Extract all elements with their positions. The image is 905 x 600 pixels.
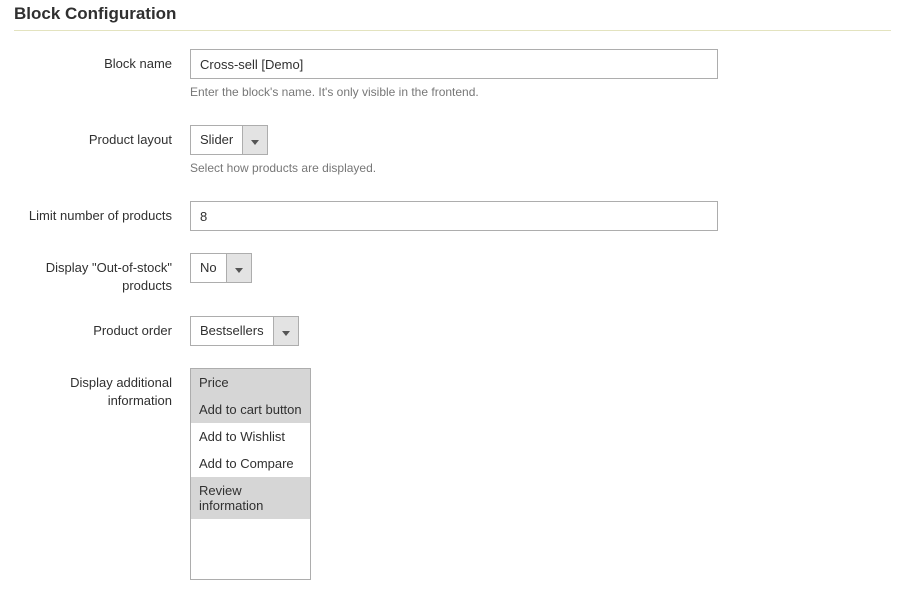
select-product-order-toggle[interactable] [273,317,298,345]
chevron-down-icon [251,133,259,148]
hint-product-layout: Select how products are displayed. [190,161,376,175]
hint-block-name: Enter the block's name. It's only visibl… [190,85,718,99]
field-row-product-layout: Product layout Slider Select how product… [14,125,891,175]
section-title: Block Configuration [14,4,891,24]
block-configuration-panel: Block Configuration Block name Enter the… [0,0,905,600]
label-block-name: Block name [14,49,190,73]
select-out-of-stock-value: No [191,254,226,282]
input-limit-products[interactable] [190,201,718,231]
select-out-of-stock-toggle[interactable] [226,254,251,282]
label-out-of-stock: Display "Out-of-stock" products [14,253,190,294]
ms-option-review-info[interactable]: Review information [191,477,310,519]
field-row-product-order: Product order Bestsellers [14,316,891,346]
ms-option-add-to-compare[interactable]: Add to Compare [191,450,310,477]
label-limit-products: Limit number of products [14,201,190,225]
select-product-order-value: Bestsellers [191,317,273,345]
field-row-block-name: Block name Enter the block's name. It's … [14,49,891,99]
ms-option-add-to-wishlist[interactable]: Add to Wishlist [191,423,310,450]
select-product-layout[interactable]: Slider [190,125,268,155]
multiselect-additional-info[interactable]: Price Add to cart button Add to Wishlist… [190,368,311,580]
field-row-out-of-stock: Display "Out-of-stock" products No [14,253,891,294]
label-additional-info: Display additional information [14,368,190,409]
input-block-name[interactable] [190,49,718,79]
ms-option-add-to-cart[interactable]: Add to cart button [191,396,310,423]
chevron-down-icon [282,324,290,339]
field-row-limit-products: Limit number of products [14,201,891,231]
select-product-order[interactable]: Bestsellers [190,316,299,346]
chevron-down-icon [235,261,243,276]
field-row-additional-info: Display additional information Price Add… [14,368,891,580]
select-out-of-stock[interactable]: No [190,253,252,283]
select-product-layout-toggle[interactable] [242,126,267,154]
select-product-layout-value: Slider [191,126,242,154]
label-product-layout: Product layout [14,125,190,149]
label-product-order: Product order [14,316,190,340]
ms-option-price[interactable]: Price [191,369,310,396]
multiselect-empty-space [191,519,310,579]
section-divider [14,30,891,31]
